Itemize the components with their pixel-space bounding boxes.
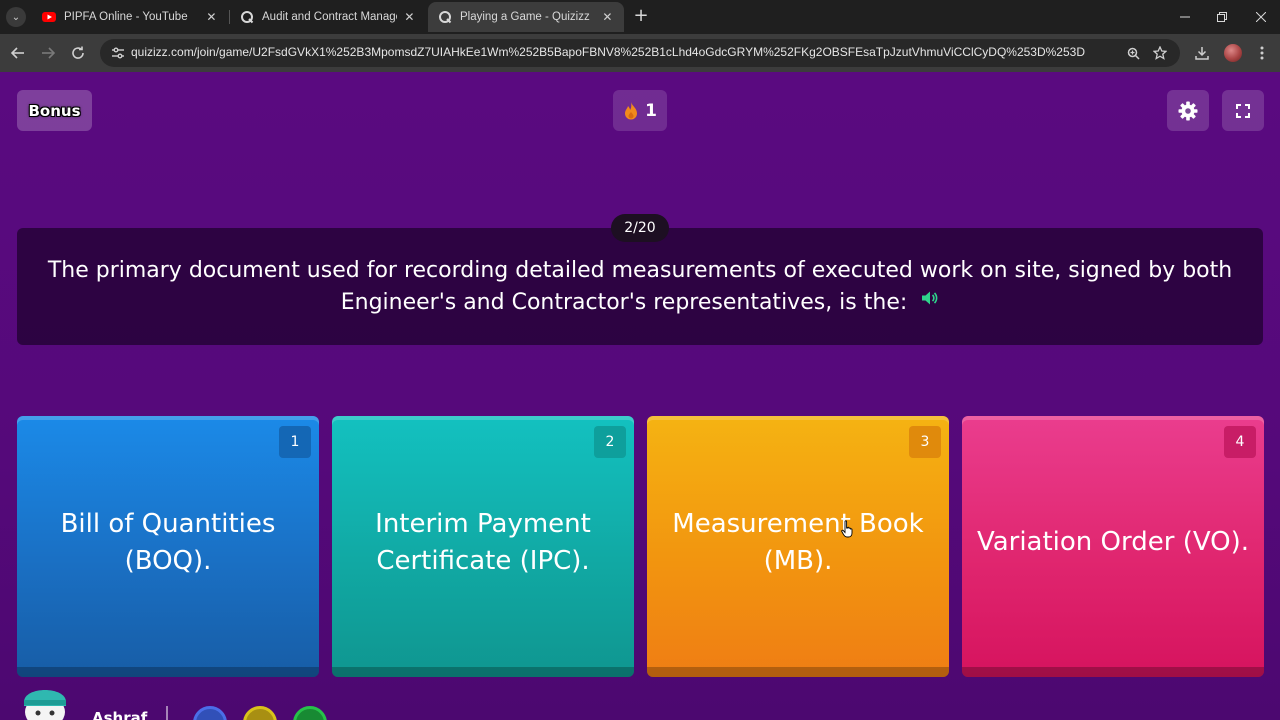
forward-arrow-icon[interactable]	[38, 43, 58, 63]
option-text: Interim Payment Certificate (IPC).	[375, 508, 591, 576]
quizizz-icon	[439, 11, 452, 24]
gear-icon	[1178, 101, 1198, 120]
quiz-game-area: Bonus 1 2/20 The primary document used f…	[0, 72, 1280, 720]
speaker-icon[interactable]	[921, 290, 939, 306]
profile-avatar[interactable]	[1224, 44, 1242, 62]
tab-close-icon[interactable]: ✕	[601, 10, 614, 24]
bonus-button[interactable]: Bonus	[17, 90, 92, 131]
question-counter-text: 2/20	[624, 220, 656, 236]
option-text: Bill of Quantities (BOQ).	[60, 508, 276, 576]
tab-close-icon[interactable]: ✕	[403, 10, 416, 24]
tab-search-chevron-icon[interactable]: ⌄	[6, 7, 26, 27]
streak-indicator: 1	[613, 90, 667, 131]
bonus-label: Bonus	[28, 101, 81, 120]
option-text: Variation Order (VO).	[976, 527, 1250, 557]
question-text-container: The primary document used for recording …	[40, 255, 1240, 319]
browser-menu-icon[interactable]	[1252, 43, 1272, 63]
tab-title: PIPFA Online - YouTube	[64, 11, 188, 23]
answer-option-1[interactable]: 1 Bill of Quantities (BOQ).	[17, 416, 319, 677]
download-icon[interactable]	[1192, 43, 1212, 63]
tab-youtube[interactable]: PIPFA Online - YouTube ✕	[32, 2, 228, 32]
answer-option-4[interactable]: 4 Variation Order (VO).	[962, 416, 1264, 677]
youtube-icon	[42, 12, 56, 22]
question-counter: 2/20	[611, 214, 669, 242]
player-avatar	[24, 690, 66, 720]
site-info-icon[interactable]	[110, 45, 126, 61]
address-bar[interactable]: quizizz.com/join/game/U2FsdGVkX1%252B3Mp…	[100, 39, 1180, 67]
powerup-icon[interactable]	[243, 706, 277, 720]
hand-cursor-icon	[841, 520, 853, 538]
fullscreen-button[interactable]	[1222, 90, 1264, 131]
reload-icon[interactable]	[68, 43, 88, 63]
tab-close-icon[interactable]: ✕	[205, 10, 218, 24]
url-text[interactable]: quizizz.com/join/game/U2FsdGVkX1%252B3Mp…	[131, 45, 1121, 61]
bookmark-star-icon[interactable]	[1151, 44, 1169, 62]
streak-count: 1	[645, 100, 657, 121]
option-shadow	[647, 667, 949, 677]
fullscreen-icon	[1236, 103, 1250, 118]
option-shadow	[962, 667, 1264, 677]
question-text: The primary document used for recording …	[47, 258, 1233, 315]
option-text: Measurement Book (MB).	[672, 508, 924, 576]
back-arrow-icon[interactable]	[8, 43, 28, 63]
minimize-icon[interactable]	[1170, 6, 1200, 28]
answer-option-3[interactable]: 3 Measurement Book (MB).	[647, 416, 949, 677]
new-tab-button[interactable]: +	[632, 7, 650, 27]
tab-audit-contract[interactable]: Audit and Contract Management ✕	[230, 2, 426, 32]
quizizz-icon	[241, 11, 254, 24]
browser-tab-bar: ⌄ PIPFA Online - YouTube ✕ Audit and Con…	[0, 0, 1280, 34]
window-close-icon[interactable]	[1246, 6, 1276, 28]
player-divider	[166, 706, 168, 720]
player-name: Ashraf	[92, 709, 148, 720]
answer-option-2[interactable]: 2 Interim Payment Certificate (IPC).	[332, 416, 634, 677]
tab-title: Playing a Game - Quizizz	[460, 11, 590, 23]
browser-toolbar: quizizz.com/join/game/U2FsdGVkX1%252B3Mp…	[0, 34, 1280, 72]
tab-title: Audit and Contract Management	[262, 11, 397, 23]
flame-icon	[625, 101, 638, 119]
powerup-icon[interactable]	[293, 706, 327, 720]
restore-icon[interactable]	[1207, 6, 1237, 28]
option-shadow	[332, 667, 634, 677]
zoom-icon[interactable]	[1124, 44, 1142, 62]
settings-button[interactable]	[1167, 90, 1209, 131]
powerup-icon[interactable]	[193, 706, 227, 720]
tab-quizizz-game[interactable]: Playing a Game - Quizizz ✕	[428, 2, 624, 32]
